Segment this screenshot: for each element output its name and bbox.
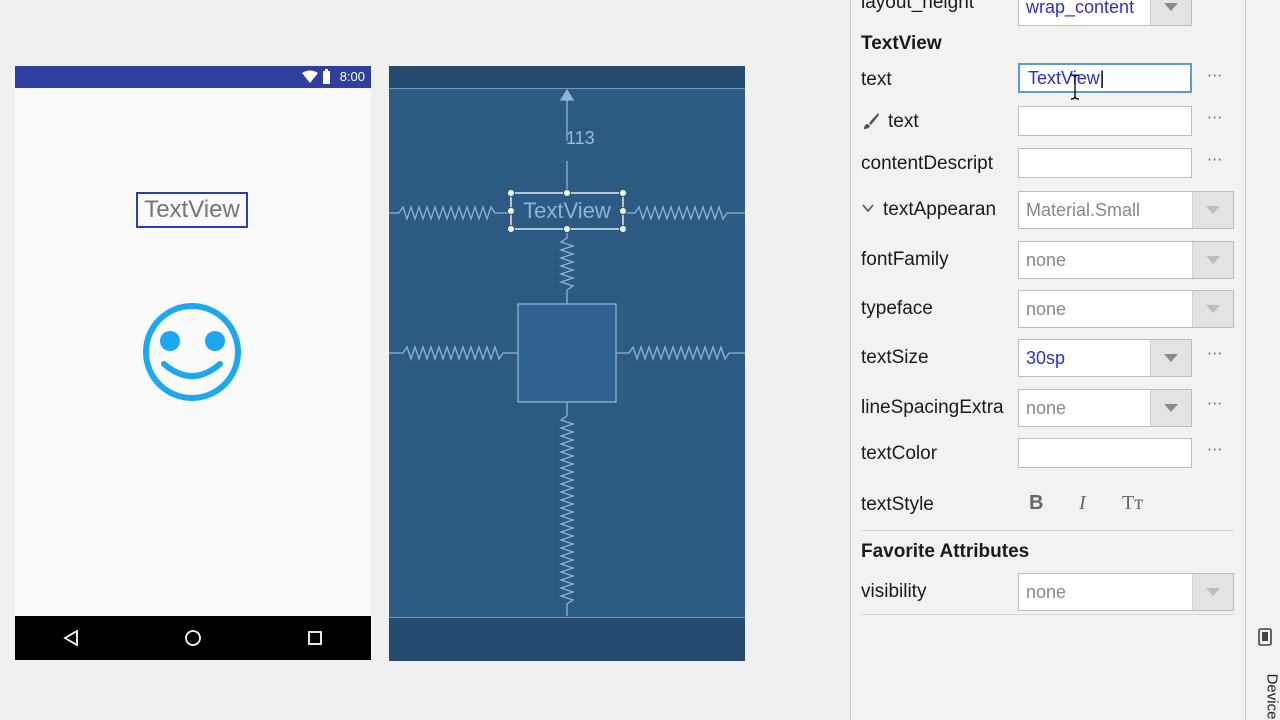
line-spacing-dropdown[interactable]: none <box>1018 389 1192 427</box>
font-family-dropdown[interactable]: none <box>1018 241 1234 279</box>
battery-icon <box>323 69 330 84</box>
tools-text-label: text <box>888 111 919 132</box>
content-description-input[interactable] <box>1018 148 1192 178</box>
tools-text-more-icon[interactable]: ··· <box>1207 108 1222 127</box>
text-size-more-icon[interactable]: ··· <box>1207 344 1222 363</box>
dropdown-arrow-icon <box>1192 291 1233 327</box>
brush-icon <box>864 113 879 129</box>
section-favorite-attributes: Favorite Attributes <box>861 541 1030 562</box>
dropdown-arrow-icon <box>1192 242 1233 278</box>
blueprint-constraints <box>389 88 745 616</box>
section-divider <box>861 530 1234 531</box>
dropdown-arrow-icon <box>1150 390 1191 426</box>
dropdown-arrow-icon <box>1150 0 1191 25</box>
line-spacing-label: lineSpacingExtra <box>861 397 1004 418</box>
text-style-label: textStyle <box>861 494 934 515</box>
blueprint-textview[interactable]: TextView <box>511 193 623 229</box>
design-textview[interactable]: TextView <box>136 192 248 228</box>
visibility-dropdown[interactable]: none <box>1018 573 1234 611</box>
text-label: text <box>861 69 892 90</box>
font-family-label: fontFamily <box>861 249 949 270</box>
content-description-more-icon[interactable]: ··· <box>1207 150 1222 169</box>
text-appearance-label: textAppearan <box>883 199 997 220</box>
device-icon <box>1258 628 1272 646</box>
section-divider <box>861 614 1234 615</box>
text-more-icon[interactable]: ··· <box>1207 66 1222 85</box>
chevron-down-icon[interactable] <box>861 202 875 214</box>
typeface-dropdown[interactable]: none <box>1018 290 1234 328</box>
home-icon[interactable] <box>184 629 202 647</box>
text-color-label: textColor <box>861 443 938 464</box>
bold-toggle[interactable]: B <box>1029 492 1043 515</box>
layout-height-label: layout_height <box>861 0 975 13</box>
text-appearance-dropdown[interactable]: Material.Small <box>1018 191 1234 229</box>
visibility-label: visibility <box>861 581 927 602</box>
text-input[interactable]: TextView| <box>1018 63 1192 93</box>
tools-text-input[interactable] <box>1018 106 1192 136</box>
design-preview[interactable]: 8:00 TextView <box>15 66 371 660</box>
all-caps-toggle[interactable]: Tт <box>1122 492 1143 515</box>
dropdown-arrow-icon <box>1192 192 1233 228</box>
text-size-dropdown[interactable]: 30sp <box>1018 339 1192 377</box>
dropdown-arrow-icon <box>1150 340 1191 376</box>
overview-icon[interactable] <box>306 629 324 647</box>
back-icon[interactable] <box>62 629 80 647</box>
blueprint-margin-label: 113 <box>566 128 595 148</box>
dropdown-arrow-icon <box>1192 574 1233 610</box>
text-color-input[interactable] <box>1018 438 1192 468</box>
device-file-explorer-tab[interactable]: Device <box>1255 626 1280 720</box>
typeface-label: typeface <box>861 298 933 319</box>
more-options-icon[interactable]: ··· <box>1207 0 1222 7</box>
right-tool-strip <box>1245 0 1280 720</box>
content-description-label: contentDescript <box>861 153 994 174</box>
device-tab-label: Device <box>1263 673 1280 720</box>
text-size-label: textSize <box>861 347 929 368</box>
section-textview: TextView <box>861 33 942 54</box>
text-color-more-icon[interactable]: ··· <box>1207 440 1222 459</box>
line-spacing-more-icon[interactable]: ··· <box>1207 394 1222 413</box>
status-time: 8:00 <box>339 69 365 84</box>
text-cursor-icon <box>1070 74 1080 100</box>
attributes-panel: layout_height wrap_content ··· TextView … <box>850 0 1246 720</box>
wifi-icon <box>302 70 318 83</box>
blueprint-view[interactable]: 113 TextView <box>389 66 745 661</box>
status-bar: 8:00 <box>15 66 371 88</box>
smiley-image[interactable] <box>142 302 242 402</box>
blueprint-nav-bar <box>389 617 745 661</box>
italic-toggle[interactable]: I <box>1079 492 1086 515</box>
navigation-bar <box>15 616 371 660</box>
layout-height-dropdown[interactable]: wrap_content <box>1018 0 1192 26</box>
